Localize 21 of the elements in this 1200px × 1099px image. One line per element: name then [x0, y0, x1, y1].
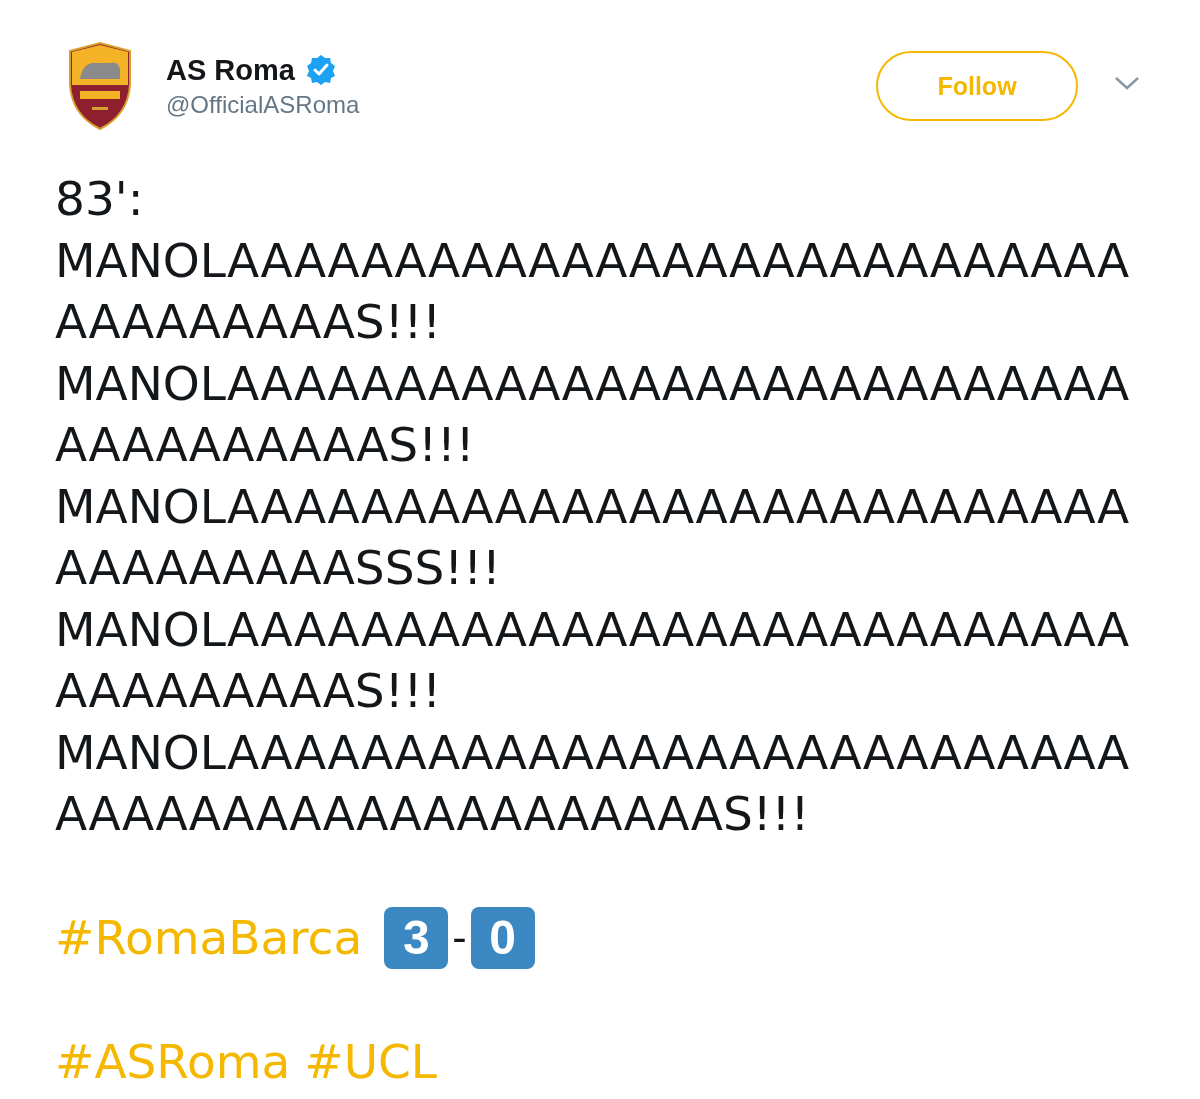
hashtag-link[interactable]: #UCL: [304, 1034, 438, 1089]
tweet-text: AAAAAAAAASSS!!!: [55, 539, 501, 597]
hashtag-link[interactable]: #RomaBarca: [55, 910, 363, 965]
score-separator: -: [452, 914, 467, 961]
hashtag-link[interactable]: #ASRoma: [55, 1034, 291, 1089]
tweet-text: MANOLAAAAAAAAAAAAAAAAAAAAAAAAAAA: [55, 354, 1130, 413]
tweet-text: AAAAAAAAAS!!!: [55, 662, 442, 720]
tweet-text: MANOLAAAAAAAAAAAAAAAAAAAAAAAAAAA: [55, 477, 1130, 536]
tweet-text: MANOLAAAAAAAAAAAAAAAAAAAAAAAAAAA: [55, 600, 1130, 659]
caret-icon[interactable]: [1114, 75, 1140, 91]
follow-button[interactable]: Follow: [876, 51, 1078, 121]
tweet-text: MANOLAAAAAAAAAAAAAAAAAAAAAAAAAAA: [55, 723, 1130, 782]
tweet-text: 83':: [55, 170, 144, 228]
account-name[interactable]: AS Roma: [166, 53, 295, 87]
tweet-text: MANOLAAAAAAAAAAAAAAAAAAAAAAAAAAA: [55, 231, 1130, 290]
account-handle[interactable]: @OfficialASRoma: [166, 90, 876, 119]
score-keycap: 3: [384, 906, 449, 969]
score-keycap: 0: [470, 906, 535, 969]
tweet-text: AAAAAAAAAAS!!!: [55, 416, 475, 474]
tweet-text: AAAAAAAAAS!!!: [55, 293, 442, 351]
tweet-text: AAAAAAAAAAAAAAAAAAAAS!!!: [55, 785, 810, 843]
